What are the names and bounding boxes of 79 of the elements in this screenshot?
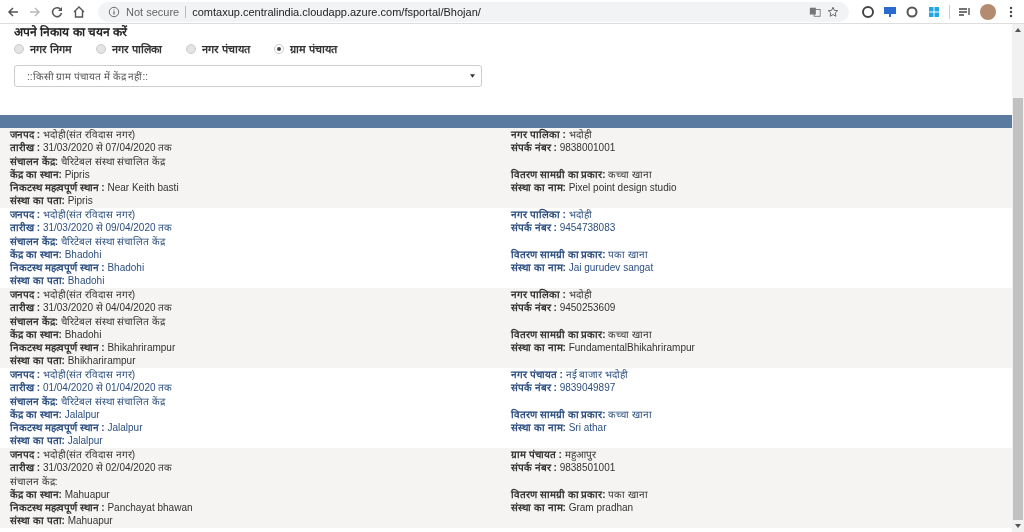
url-text: comtaxup.centralindia.cloudapp.azure.com/fsportal/Bhojan/ [192,5,481,18]
radio-button[interactable] [14,43,24,54]
record-field: केंद्र का स्थान: Bhadohi [10,327,511,342]
radio-label[interactable]: नगर पालिका [112,41,163,56]
record-field: केंद्र का स्थान: Jalalpur [10,407,511,422]
record-field: तारीख : 01/04/2020 से 01/04/2020 तक [10,381,511,395]
reload-icon[interactable] [50,4,64,19]
dropdown[interactable]: ::किसी ग्राम पंचायत में केंद्र नहीं:: [14,65,482,87]
record-field: निकटस्थ महत्वपूर्ण स्थान : Jalalpur [10,421,511,435]
monitor-icon[interactable] [883,4,897,19]
home-icon[interactable] [72,4,86,19]
record-field: नगर पालिका : भदोही [511,128,1012,142]
record-field: संचालन केंद्र: चैरिटेबल संस्था संचालित केंद्र [10,394,511,408]
record-field: संचालन केंद्र: चैरिटेबल संस्था संचालित केंद्र [10,154,511,168]
record-field: केंद्र का स्थान: Pipris [10,167,511,182]
security-label: Not secure [126,5,180,18]
record-field: संस्था का नाम: Gram pradhan [511,501,1012,515]
record-field: जनपद : भदोही(संत रविदास नगर) [10,288,511,302]
record-field: निकटस्थ महत्वपूर्ण स्थान : Bhikahrirampur [10,341,511,355]
record-field: तारीख : 31/03/2020 से 04/04/2020 तक [10,301,511,315]
radio-button[interactable] [96,43,107,54]
record-field: नगर पालिका : भदोही [511,208,1012,222]
record-field: तारीख : 31/03/2020 से 02/04/2020 तक [10,461,511,475]
record-field: वितरण सामग्री का प्रकार: कच्चा खाना [511,407,1012,422]
record-field: जनपद : भदोही(संत रविदास नगर) [10,448,511,462]
record-field: जनपद : भदोही(संत रविदास नगर) [10,368,511,382]
record-field: संस्था का नाम: FundamentalBhikahrirampur [511,341,1012,355]
record-field: संचालन केंद्र: चैरिटेबल संस्था संचालित केंद्र [10,314,511,328]
back-icon[interactable] [6,4,20,19]
address-bar[interactable]: Not secure comtaxup.centralindia.cloudapp.azure.com/fsportal/Bhojan/ [98,1,849,22]
radio-label[interactable]: नगर निगम [30,41,73,56]
record-field: संस्था का पता: Jalalpur [10,434,511,448]
record-field: संचालन केंद्र: [10,474,511,488]
scrollbar[interactable] [1012,24,1024,532]
record-field: निकटस्थ महत्वपूर्ण स्थान : Near Keith basti [10,181,511,195]
record-field: जनपद : भदोही(संत रविदास नगर) [10,128,511,142]
scroll-up-icon[interactable] [1015,28,1021,32]
star-icon[interactable] [827,5,839,18]
record-field: संस्था का नाम: Jai gurudev sangat [511,261,1012,275]
record-field: नगर पंचायत : नई बाजार भदोही [511,368,1012,382]
section-title: अपने निकाय का चयन करें [14,24,129,39]
record-field: संपर्क नंबर : 9838501001 [511,461,1012,475]
refresh-extension-icon[interactable] [861,4,875,19]
info-icon [108,5,120,18]
record-field: संस्था का पता: Bhadohi [10,274,511,288]
scrollbar-thumb[interactable] [1013,98,1023,520]
caret-icon [470,74,475,78]
record-field: संपर्क नंबर : 9838001001 [511,141,1012,155]
record-field: संस्था का पता: Mahuapur [10,514,511,528]
record-field: नगर पालिका : भदोही [511,288,1012,302]
radio-label[interactable]: नगर पंचायत [202,41,251,56]
record-field: संपर्क नंबर : 9839049897 [511,381,1012,395]
record-field: ग्राम पंचायत : महुआपुर [511,448,1012,462]
windows-icon[interactable] [927,4,941,19]
scroll-down-icon[interactable] [1015,524,1021,528]
record-field: वितरण सामग्री का प्रकार: कच्चा खाना [511,327,1012,342]
circle-icon[interactable] [905,4,919,19]
record-field: वितरण सामग्री का प्रकार: पका खाना [511,487,1012,502]
record-field: वितरण सामग्री का प्रकार: पका खाना [511,247,1012,262]
record-field: निकटस्थ महत्वपूर्ण स्थान : Panchayat bhawan [10,501,511,515]
translate-icon[interactable] [809,5,821,18]
record-field: संस्था का पता: Bhikharirampur [10,354,511,368]
record-field: केंद्र का स्थान: Bhadohi [10,247,511,262]
record-field: संस्था का नाम: Sri athar [511,421,1012,435]
radio-button[interactable] [274,43,285,54]
record-field: तारीख : 31/03/2020 से 07/04/2020 तक [10,141,511,155]
record-field: वितरण सामग्री का प्रकार: कच्चा खाना [511,167,1012,182]
avatar-icon[interactable] [980,3,996,20]
record-field: जनपद : भदोही(संत रविदास नगर) [10,208,511,222]
record-field: संपर्क नंबर : 9450253609 [511,301,1012,315]
record-field: संस्था का पता: Pipris [10,194,511,208]
record-field: निकटस्थ महत्वपूर्ण स्थान : Bhadohi [10,261,511,275]
radio-label[interactable]: ग्राम पंचायत [290,41,338,56]
radio-button[interactable] [186,43,197,54]
record-field: संपर्क नंबर : 9454738083 [511,221,1012,235]
record-field: तारीख : 31/03/2020 से 09/04/2020 तक [10,221,511,235]
record-field: संस्था का नाम: Pixel point design studio [511,181,1012,195]
record-field: संचालन केंद्र: चैरिटेबल संस्था संचालित केंद्र [10,234,511,248]
record-field: केंद्र का स्थान: Mahuapur [10,487,511,502]
